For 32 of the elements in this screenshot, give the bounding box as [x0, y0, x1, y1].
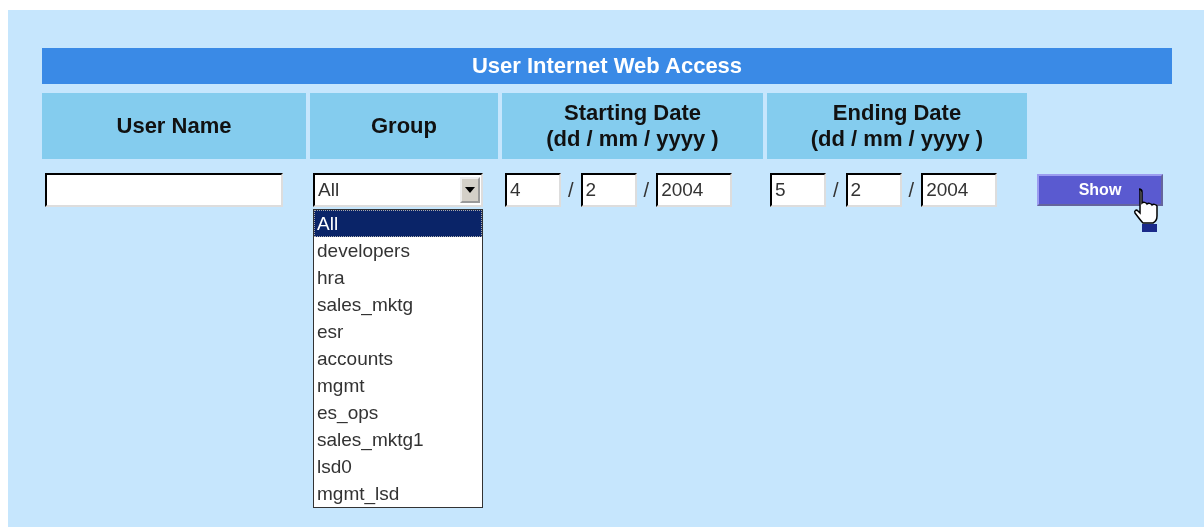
dropdown-option[interactable]: hra — [314, 264, 482, 291]
end-year-field[interactable]: 2004 — [921, 173, 998, 207]
dropdown-option[interactable]: lsd0 — [314, 453, 482, 480]
dropdown-option[interactable]: sales_mktg1 — [314, 426, 482, 453]
date-separator: / — [908, 178, 915, 203]
dropdown-option[interactable]: mgmt — [314, 372, 482, 399]
start-month-field[interactable]: 2 — [580, 173, 637, 207]
show-button[interactable]: Show — [1037, 174, 1163, 206]
hand-cursor-icon — [1131, 187, 1161, 233]
dropdown-option[interactable]: sales_mktg — [314, 291, 482, 318]
dropdown-option[interactable]: All — [314, 210, 482, 237]
dropdown-option[interactable]: accounts — [314, 345, 482, 372]
dropdown-option[interactable]: es_ops — [314, 399, 482, 426]
dropdown-option[interactable]: mgmt_lsd — [314, 480, 482, 507]
column-header: Group — [371, 112, 437, 140]
user-name-field[interactable] — [45, 173, 283, 207]
date-separator: / — [643, 178, 650, 203]
column-header: User Name — [116, 112, 232, 140]
start-year-field[interactable]: 2004 — [656, 173, 733, 207]
column-subheader: (dd / mm / yyyy ) — [810, 126, 984, 153]
page-title: User Internet Web Access — [42, 48, 1172, 84]
column-header: Starting Date — [564, 99, 701, 126]
dropdown-option[interactable]: developers — [314, 237, 482, 264]
column-subheader: (dd / mm / yyyy ) — [546, 126, 719, 153]
date-separator: / — [833, 178, 839, 203]
date-separator: / — [568, 178, 574, 203]
dropdown-option[interactable]: esr — [314, 318, 482, 345]
group-dropdown[interactable]: All — [313, 173, 483, 207]
end-day-field[interactable]: 5 — [770, 173, 826, 207]
start-day-field[interactable]: 4 — [505, 173, 561, 207]
end-month-field[interactable]: 2 — [845, 173, 902, 207]
column-header: Ending Date — [832, 99, 962, 126]
